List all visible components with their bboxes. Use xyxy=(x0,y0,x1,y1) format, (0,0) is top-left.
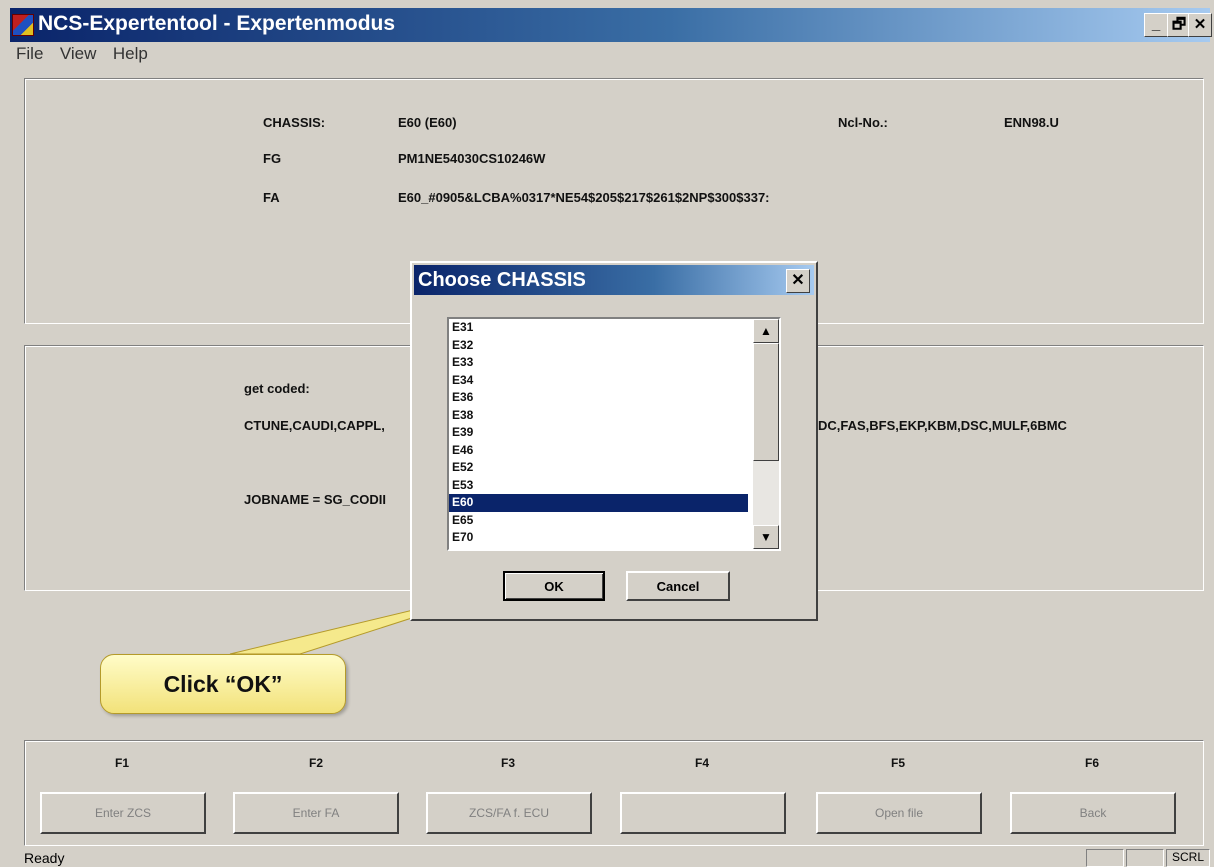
fa-label: FA xyxy=(263,190,280,205)
fkey-label-f6: F6 xyxy=(1084,756,1099,770)
chassis-list-item[interactable]: E70 xyxy=(449,529,748,547)
menu-view[interactable]: View xyxy=(54,42,103,66)
chassis-list-item[interactable]: E52 xyxy=(449,459,748,477)
jobname-label: JOBNAME = SG_CODII xyxy=(244,492,386,507)
chassis-list-item[interactable]: E33 xyxy=(449,354,748,372)
app-icon xyxy=(12,14,34,36)
open-file-button[interactable]: Open file xyxy=(816,792,982,834)
listbox-scrollbar[interactable]: ▲ ▼ xyxy=(753,319,779,549)
window-title: NCS-Expertentool - Expertenmodus xyxy=(38,12,396,35)
chassis-list-item[interactable]: E36 xyxy=(449,389,748,407)
dialog-title: Choose CHASSIS xyxy=(418,269,586,291)
minimize-button[interactable]: _ xyxy=(1144,13,1168,37)
coded-modules-left: CTUNE,CAUDI,CAPPL, xyxy=(244,418,385,433)
ncl-label: Ncl-No.: xyxy=(838,115,888,130)
zcs-fa-ecu-button[interactable]: ZCS/FA f. ECU xyxy=(426,792,592,834)
get-coded-label: get coded: xyxy=(244,381,310,396)
scroll-up-icon[interactable]: ▲ xyxy=(753,319,779,343)
enter-zcs-button[interactable]: Enter ZCS xyxy=(40,792,206,834)
status-indicator-2 xyxy=(1126,849,1164,867)
status-text: Ready xyxy=(24,850,65,866)
chassis-list-item[interactable]: E39 xyxy=(449,424,748,442)
fkey-label-f5: F5 xyxy=(890,756,905,770)
fg-label: FG xyxy=(263,151,282,166)
chassis-list: E31 E32 E33 E34 E36 E38 E39 E46 E52 E53 E60 E65 E70 xyxy=(449,319,779,547)
chassis-list-item[interactable]: E60 xyxy=(449,494,748,512)
chassis-value: E60 (E60) xyxy=(398,115,457,130)
chassis-label: CHASSIS: xyxy=(263,115,326,130)
status-indicator-1 xyxy=(1086,849,1124,867)
fkey-label-f1: F1 xyxy=(114,756,129,770)
chassis-listbox[interactable]: E31 E32 E33 E34 E36 E38 E39 E46 E52 E53 E60 E65 E70 … xyxy=(447,317,781,551)
chassis-list-item[interactable]: E31 xyxy=(449,319,748,337)
cancel-button[interactable]: Cancel xyxy=(626,571,730,601)
scroll-lock-indicator: SCRL xyxy=(1166,849,1210,867)
chassis-list-item[interactable]: E46 xyxy=(449,442,748,460)
fa-value: E60_#0905&LCBA%0317*NE54$205$217$261$2NP… xyxy=(398,190,770,205)
fg-value: PM1NE54030CS10246W xyxy=(398,151,546,166)
chassis-list-item[interactable]: E65 xyxy=(449,512,748,530)
chassis-list-item[interactable]: E34 xyxy=(449,372,748,390)
dialog-close-icon[interactable]: ✕ xyxy=(786,269,810,293)
instruction-callout: Click “OK” xyxy=(100,654,346,714)
menu-help[interactable]: Help xyxy=(107,42,154,66)
enter-fa-button[interactable]: Enter FA xyxy=(233,792,399,834)
window-title-bar: NCS-Expertentool - Expertenmodus _ 🗗 ✕ xyxy=(10,8,1212,42)
dialog-title-bar: Choose CHASSIS ✕ xyxy=(414,265,814,295)
chassis-list-item[interactable]: E53 xyxy=(449,477,748,495)
coded-modules-right: DC,FAS,BFS,EKP,KBM,DSC,MULF,6BMC xyxy=(818,418,1067,433)
close-button[interactable]: ✕ xyxy=(1188,13,1212,37)
chassis-list-item[interactable]: E32 xyxy=(449,337,748,355)
menu-bar: File View Help xyxy=(10,42,1210,68)
f4-button[interactable] xyxy=(620,792,786,834)
scroll-down-icon[interactable]: ▼ xyxy=(753,525,779,549)
chassis-list-item[interactable]: E38 xyxy=(449,407,748,425)
scroll-thumb[interactable] xyxy=(753,343,779,461)
fkey-label-f2: F2 xyxy=(308,756,323,770)
choose-chassis-dialog: Choose CHASSIS ✕ E31 E32 E33 E34 E36 E38 E39 E4… xyxy=(410,261,818,621)
ok-button[interactable]: OK xyxy=(503,571,605,601)
status-bar: Ready SCRL xyxy=(10,849,1210,867)
menu-file[interactable]: File xyxy=(10,42,49,66)
fkey-label-f4: F4 xyxy=(694,756,709,770)
ncl-value: ENN98.U xyxy=(1004,115,1059,130)
back-button[interactable]: Back xyxy=(1010,792,1176,834)
fkey-label-f3: F3 xyxy=(500,756,515,770)
